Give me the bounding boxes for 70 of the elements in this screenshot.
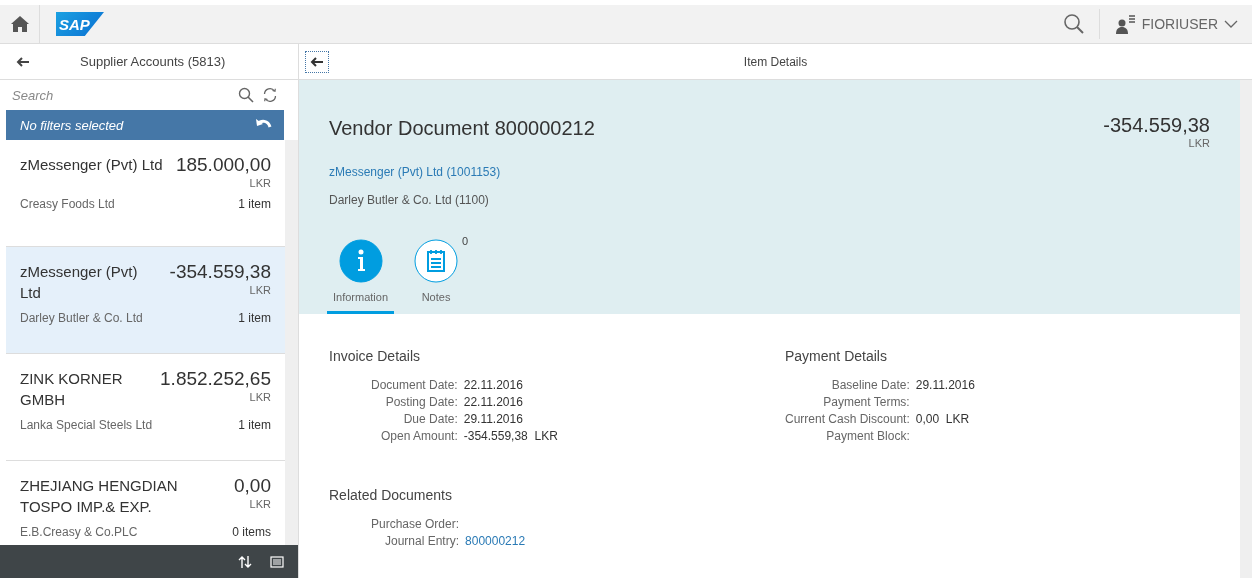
- list-icon: [270, 555, 284, 568]
- object-amount: -354.559,38: [1103, 114, 1210, 137]
- field-label: Baseline Date:: [830, 378, 910, 392]
- item-title: zMessenger (Pvt) Ltd: [20, 262, 139, 303]
- journal-entry-link[interactable]: 800000212: [465, 534, 526, 548]
- group-button[interactable]: [268, 553, 286, 570]
- object-title: Vendor Document 800000212: [329, 117, 595, 141]
- icon-tab[interactable]: Information: [327, 239, 395, 314]
- section-title: Invoice Details: [329, 348, 422, 364]
- item-currency: LKR: [248, 391, 271, 403]
- field-value: 0,00 LKR: [915, 412, 970, 426]
- item-title: zMessenger (Pvt) Ltd: [20, 155, 164, 175]
- sort-icon: [238, 554, 252, 569]
- item-amount: -354.559,38: [169, 261, 271, 282]
- item-title: ZINK KORNER GMBH: [20, 369, 124, 410]
- field-label: Current Cash Discount:: [785, 412, 910, 426]
- scrollbar[interactable]: [285, 140, 298, 545]
- field-label: Purchase Order:: [371, 517, 460, 531]
- field-label: Open Amount:: [380, 429, 458, 443]
- field-value: 22.11.2016: [463, 395, 523, 409]
- filter-info: No filters selected: [20, 117, 124, 133]
- section-title: Related Documents: [329, 487, 453, 503]
- home-icon: [9, 15, 30, 33]
- item-amount: 1.852.252,65: [160, 368, 271, 389]
- object-currency: LKR: [1187, 137, 1210, 149]
- item-currency: LKR: [248, 498, 271, 510]
- info-icon: [338, 239, 383, 283]
- search-field[interactable]: Search: [10, 86, 234, 104]
- search-icon: [238, 87, 254, 103]
- item-subtitle: Lanka Special Steels Ltd: [20, 418, 153, 432]
- scrollbar[interactable]: [1240, 80, 1252, 578]
- item-amount: 0,00: [234, 475, 271, 496]
- user-menu-button[interactable]: FIORIUSER: [1109, 13, 1244, 35]
- logo: SAP: [56, 12, 104, 36]
- field-label: Payment Block:: [825, 429, 910, 443]
- item-amount: 185.000,00: [175, 154, 271, 175]
- field-label: Posting Date:: [384, 395, 458, 409]
- company-code: Darley Butler & Co. Ltd (1100): [329, 193, 490, 207]
- list-item[interactable]: zMessenger (Pvt) Ltd -354.559,38 LKR Darley Butler & Co. Ltd 1 item: [6, 247, 285, 354]
- item-count: 1 item: [238, 418, 271, 432]
- chevron-down-icon: [1224, 20, 1238, 28]
- tab-count: 0: [461, 235, 469, 247]
- supplier-link[interactable]: zMessenger (Pvt) Ltd (1001153): [329, 165, 501, 179]
- field-label: Journal Entry:: [384, 534, 460, 548]
- notepad-icon: [414, 239, 459, 283]
- section-title: Payment Details: [785, 348, 888, 364]
- field-value: 29.11.2016: [463, 412, 523, 426]
- item-count: 1 item: [238, 311, 271, 325]
- back-arrow-icon: [310, 56, 324, 67]
- field-label: Document Date:: [371, 378, 458, 392]
- search-icon: [1062, 13, 1085, 35]
- page-title: Item Details: [743, 54, 808, 69]
- user-icon: [1115, 14, 1136, 34]
- back-button[interactable]: [305, 50, 329, 73]
- field-value: -354.559,38 LKR: [463, 429, 558, 443]
- item-currency: LKR: [248, 284, 271, 296]
- refresh-icon: [262, 87, 278, 103]
- item-subtitle: Darley Butler & Co. Ltd: [20, 311, 143, 325]
- item-count: 1 item: [238, 197, 271, 211]
- field-value: 29.11.2016: [915, 378, 975, 392]
- field-value: 22.11.2016: [463, 378, 523, 392]
- item-currency: LKR: [248, 177, 271, 189]
- list-title: Supplier Accounts (5813): [80, 54, 226, 69]
- field-label: Payment Terms:: [822, 395, 910, 409]
- item-count: 0 items: [232, 525, 271, 539]
- item-subtitle: Creasy Foods Ltd: [20, 197, 115, 211]
- field-label: Due Date:: [402, 412, 458, 426]
- item-title: ZHEJIANG HENGDIAN TOSPO IMP.& EXP.: [20, 476, 179, 517]
- item-subtitle: E.B.Creasy & Co.PLC: [20, 525, 138, 539]
- back-arrow-icon: [16, 56, 30, 67]
